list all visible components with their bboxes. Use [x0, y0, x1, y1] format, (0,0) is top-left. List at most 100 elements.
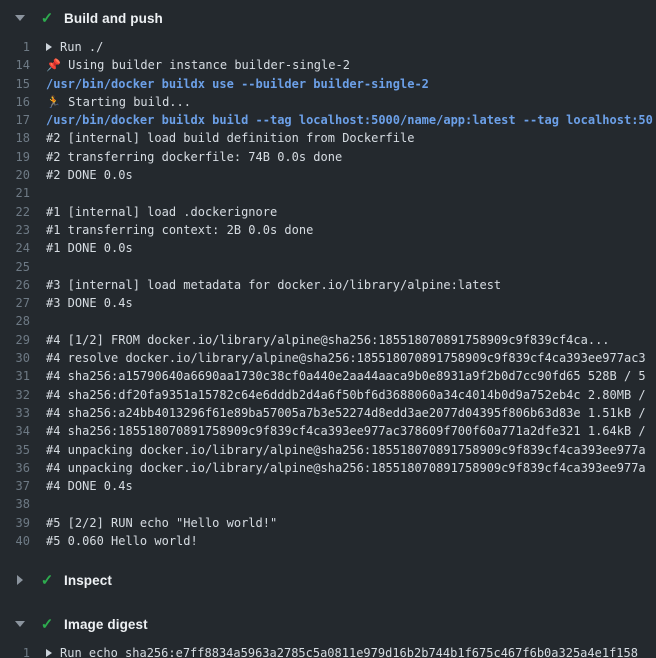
log-line: 22#1 [internal] load .dockerignore [0, 203, 656, 221]
line-text [46, 495, 656, 513]
line-number[interactable]: 36 [0, 459, 46, 477]
log-line: 18#2 [internal] load build definition fr… [0, 129, 656, 147]
check-icon: ✓ [38, 11, 56, 26]
line-number[interactable]: 22 [0, 203, 46, 221]
line-text: Run ./ [46, 38, 656, 56]
line-text: #1 DONE 0.0s [46, 239, 656, 257]
section-title: Build and push [64, 11, 163, 26]
line-number[interactable]: 37 [0, 477, 46, 495]
line-number[interactable]: 17 [0, 111, 46, 129]
log-line: 15/usr/bin/docker buildx use --builder b… [0, 75, 656, 93]
section-header-image-digest[interactable]: ✓ Image digest [0, 606, 656, 642]
chevron-triangle [15, 621, 25, 627]
log-line: 23#1 transferring context: 2B 0.0s done [0, 221, 656, 239]
log-section-build-and-push: ✓ Build and push 1 Run ./ 14📌 Using builder … [0, 0, 656, 562]
line-number[interactable]: 21 [0, 184, 46, 202]
check-icon: ✓ [38, 573, 56, 588]
line-number[interactable]: 28 [0, 312, 46, 330]
line-number[interactable]: 34 [0, 422, 46, 440]
line-number[interactable]: 39 [0, 514, 46, 532]
line-number[interactable]: 32 [0, 386, 46, 404]
line-text [46, 312, 656, 330]
section-gap [0, 554, 656, 562]
line-number[interactable]: 38 [0, 495, 46, 513]
log-line: 1 Run ./ [0, 38, 656, 56]
line-number[interactable]: 31 [0, 367, 46, 385]
line-number[interactable]: 30 [0, 349, 46, 367]
log-lines-image-digest: 1Run echo sha256:e7ff8834a5963a2785c5a08… [0, 642, 656, 658]
log-line: 17/usr/bin/docker buildx build --tag loc… [0, 111, 656, 129]
log-line: 39#5 [2/2] RUN echo "Hello world!" [0, 514, 656, 532]
expand-group-icon[interactable] [46, 649, 52, 657]
line-number[interactable]: 18 [0, 129, 46, 147]
line-text: Run ./ [60, 40, 103, 54]
log-line: 31#4 sha256:a15790640a6690aa1730c38cf0a4… [0, 367, 656, 385]
section-title: Image digest [64, 617, 148, 632]
line-number[interactable]: 35 [0, 441, 46, 459]
line-number[interactable]: 15 [0, 75, 46, 93]
line-number[interactable]: 27 [0, 294, 46, 312]
log-line: 30#4 resolve docker.io/library/alpine@sh… [0, 349, 656, 367]
line-number[interactable]: 19 [0, 148, 46, 166]
line-number[interactable]: 1 [0, 644, 46, 658]
log-line: 35#4 unpacking docker.io/library/alpine@… [0, 441, 656, 459]
log-line: 38 [0, 495, 656, 513]
log-line: 20#2 DONE 0.0s [0, 166, 656, 184]
section-header-inspect[interactable]: ✓ Inspect [0, 562, 656, 598]
line-number[interactable]: 1 [0, 38, 46, 56]
log-line: 34#4 sha256:185518070891758909c9f839cf4c… [0, 422, 656, 440]
log-section-inspect: ✓ Inspect [0, 562, 656, 606]
line-number[interactable]: 40 [0, 532, 46, 550]
log-line: 32#4 sha256:df20fa9351a15782c64e6dddb2d4… [0, 386, 656, 404]
line-text: #2 transferring dockerfile: 74B 0.0s don… [46, 148, 656, 166]
log-lines-build-and-push: 1 Run ./ 14📌 Using builder instance builde… [0, 36, 656, 554]
command-line-text: /usr/bin/docker buildx build --tag local… [46, 111, 656, 129]
line-text: 🏃 Starting build... [46, 93, 656, 111]
log-line: 27#3 DONE 0.4s [0, 294, 656, 312]
line-text: #4 sha256:df20fa9351a15782c64e6dddb2d4a6… [46, 386, 656, 404]
line-text: #4 sha256:185518070891758909c9f839cf4ca3… [46, 422, 656, 440]
line-text: #2 DONE 0.0s [46, 166, 656, 184]
line-text: #3 DONE 0.4s [46, 294, 656, 312]
section-header-build-and-push[interactable]: ✓ Build and push [0, 0, 656, 36]
line-text: #4 sha256:a15790640a6690aa1730c38cf0a440… [46, 367, 656, 385]
log-line: 33#4 sha256:a24bb4013296f61e89ba57005a7b… [0, 404, 656, 422]
line-number[interactable]: 14 [0, 56, 46, 74]
actions-log-viewer: ✓ Build and push 1 Run ./ 14📌 Using builder … [0, 0, 656, 658]
log-line: 26#3 [internal] load metadata for docker… [0, 276, 656, 294]
line-number[interactable]: 24 [0, 239, 46, 257]
line-number[interactable]: 29 [0, 331, 46, 349]
log-line: 21 [0, 184, 656, 202]
expand-group-icon[interactable] [46, 43, 52, 51]
log-section-image-digest: ✓ Image digest 1Run echo sha256:e7ff8834a5… [0, 606, 656, 658]
log-line: 16🏃 Starting build... [0, 93, 656, 111]
log-line: 28 [0, 312, 656, 330]
line-text [46, 258, 656, 276]
line-text: 📌 Using builder instance builder-single-… [46, 56, 656, 74]
line-text: #4 sha256:a24bb4013296f61e89ba57005a7b3e… [46, 404, 656, 422]
line-text: #4 unpacking docker.io/library/alpine@sh… [46, 459, 656, 477]
line-number[interactable]: 20 [0, 166, 46, 184]
log-line: 1Run echo sha256:e7ff8834a5963a2785c5a08… [0, 644, 656, 658]
line-number[interactable]: 26 [0, 276, 46, 294]
section-gap [0, 598, 656, 606]
line-text: #5 [2/2] RUN echo "Hello world!" [46, 514, 656, 532]
chevron-triangle [15, 15, 25, 21]
chevron-right-icon [14, 574, 26, 586]
chevron-down-icon [14, 12, 26, 24]
line-text: #4 DONE 0.4s [46, 477, 656, 495]
line-number[interactable]: 16 [0, 93, 46, 111]
line-text [46, 184, 656, 202]
line-number[interactable]: 33 [0, 404, 46, 422]
line-text: #4 unpacking docker.io/library/alpine@sh… [46, 441, 656, 459]
line-text: Run echo sha256:e7ff8834a5963a2785c5a081… [46, 644, 656, 658]
log-line: 19#2 transferring dockerfile: 74B 0.0s d… [0, 148, 656, 166]
check-icon: ✓ [38, 617, 56, 632]
line-number[interactable]: 25 [0, 258, 46, 276]
log-line: 29#4 [1/2] FROM docker.io/library/alpine… [0, 331, 656, 349]
section-title: Inspect [64, 573, 112, 588]
line-number[interactable]: 23 [0, 221, 46, 239]
log-line: 36#4 unpacking docker.io/library/alpine@… [0, 459, 656, 477]
chevron-triangle [17, 575, 23, 585]
line-text: #1 [internal] load .dockerignore [46, 203, 656, 221]
